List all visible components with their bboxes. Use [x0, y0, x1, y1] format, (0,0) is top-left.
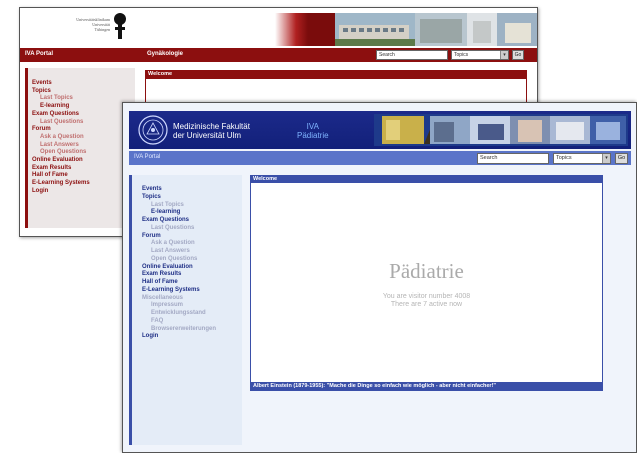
sidebar-item-topics[interactable]: Topics	[32, 88, 90, 96]
sidebar-item-exam-results[interactable]: Exam Results	[32, 165, 90, 173]
tuebingen-emblem-icon	[114, 13, 126, 39]
sidebar-item-last-questions[interactable]: Last Questions	[142, 225, 216, 233]
sidebar-item-e-learning-systems[interactable]: E-Learning Systems	[142, 287, 216, 295]
sidebar-item-e-learning-systems[interactable]: E-Learning Systems	[32, 180, 90, 188]
iva-line: Pädiatrie	[297, 131, 329, 140]
sidebar-item-online-evaluation[interactable]: Online Evaluation	[142, 264, 216, 272]
chevron-down-icon: ▾	[602, 154, 610, 163]
sidebar-item-last-answers[interactable]: Last Answers	[142, 248, 216, 256]
sidebar-item-last-topics[interactable]: Last Topics	[142, 202, 216, 210]
sidebar-item-ask-a-question[interactable]: Ask a Question	[32, 134, 90, 142]
visitor-counter: You are visitor number 4008 There are 7 …	[251, 293, 602, 309]
sidebar-item-forum[interactable]: Forum	[32, 126, 90, 134]
topics-select[interactable]: Topics ▾	[553, 153, 611, 164]
quote-footer: Albert Einstein (1879-1955): "Mache die …	[250, 382, 603, 391]
front-content-panel: Pädiatrie You are visitor number 4008 Th…	[250, 183, 603, 383]
sidebar-item-open-questions[interactable]: Open Questions	[32, 149, 90, 157]
sidebar-item-last-answers[interactable]: Last Answers	[32, 142, 90, 150]
faculty-line: der Universität Ulm	[173, 131, 242, 140]
sidebar-item-topics[interactable]: Topics	[142, 194, 216, 202]
topics-select-value: Topics	[454, 52, 469, 58]
sidebar-item-online-evaluation[interactable]: Online Evaluation	[32, 157, 90, 165]
page-title: Pädiatrie	[389, 259, 464, 283]
sidebar-item-hall-of-fame[interactable]: Hall of Fame	[142, 279, 216, 287]
sidebar-item-login[interactable]: Login	[142, 333, 216, 341]
logo-line: Tübingen	[94, 27, 110, 32]
sidebar-item-exam-questions[interactable]: Exam Questions	[142, 217, 216, 225]
department-label[interactable]: Gynäkologie	[147, 51, 183, 57]
search-input[interactable]: Search	[376, 50, 448, 60]
sidebar-item-last-questions[interactable]: Last Questions	[32, 119, 90, 127]
sidebar-item-browsererweiterungen[interactable]: Browsererweiterungen	[142, 326, 216, 334]
front-nav-bar: IVA Portal Search Topics ▾ Go	[129, 151, 631, 165]
go-button[interactable]: Go	[512, 50, 524, 60]
back-header: Universitätsklinikum Universität Tübinge…	[20, 8, 537, 46]
collage-banner-image	[374, 114, 628, 146]
front-welcome-header: Welcome	[250, 175, 603, 183]
topics-select-value: Topics	[556, 155, 572, 161]
active-users-text: There are 7 active now	[390, 301, 463, 308]
sidebar-item-miscellaneous[interactable]: Miscellaneous	[142, 295, 216, 303]
back-welcome-header: Welcome	[145, 70, 527, 79]
sidebar-item-exam-questions[interactable]: Exam Questions	[32, 111, 90, 119]
sidebar-item-entwicklungsstand[interactable]: Entwicklungsstand	[142, 310, 216, 318]
iva-portal-link[interactable]: IVA Portal	[25, 51, 53, 57]
faculty-line: Medizinische Fakultät	[173, 122, 250, 131]
sidebar-item-login[interactable]: Login	[32, 188, 90, 196]
front-header: Medizinische Fakultät der Universität Ul…	[129, 111, 631, 149]
sidebar-item-e-learning[interactable]: E-learning	[142, 209, 216, 217]
tuebingen-logo-text: Universitätsklinikum Universität Tübinge…	[50, 17, 110, 32]
iva-title: IVA Pädiatrie	[297, 122, 329, 140]
search-input[interactable]: Search	[477, 153, 549, 164]
front-sidebar-menu: Events Topics Last Topics E-learning Exam Qu…	[142, 186, 216, 341]
go-button[interactable]: Go	[615, 153, 628, 164]
back-nav-bar: IVA Portal Gynäkologie Search Topics ▾ G…	[20, 48, 537, 62]
iva-line: IVA	[306, 122, 319, 131]
topics-select[interactable]: Topics ▾	[451, 50, 509, 60]
back-sidebar-menu: Events Topics Last Topics E-learning Exam Qu…	[32, 80, 90, 196]
chevron-down-icon: ▾	[500, 51, 508, 59]
iva-portal-link[interactable]: IVA Portal	[134, 154, 160, 160]
faculty-title: Medizinische Fakultät der Universität Ul…	[173, 122, 250, 140]
sidebar-item-events[interactable]: Events	[142, 186, 216, 194]
sidebar-item-impressum[interactable]: Impressum	[142, 302, 216, 310]
front-browser-window: Medizinische Fakultät der Universität Ul…	[122, 102, 637, 453]
sidebar-item-last-topics[interactable]: Last Topics	[32, 95, 90, 103]
sidebar-item-ask-a-question[interactable]: Ask a Question	[142, 240, 216, 248]
university-seal-icon	[138, 115, 168, 145]
visitor-number-text: You are visitor number 4008	[382, 293, 471, 300]
sidebar-item-open-questions[interactable]: Open Questions	[142, 256, 216, 264]
sidebar-item-hall-of-fame[interactable]: Hall of Fame	[32, 172, 90, 180]
sidebar-item-forum[interactable]: Forum	[142, 233, 216, 241]
sidebar-item-events[interactable]: Events	[32, 80, 90, 88]
campus-banner-image	[275, 13, 537, 46]
sidebar-item-e-learning[interactable]: E-learning	[32, 103, 90, 111]
sidebar-item-faq[interactable]: FAQ	[142, 318, 216, 326]
sidebar-item-exam-results[interactable]: Exam Results	[142, 271, 216, 279]
